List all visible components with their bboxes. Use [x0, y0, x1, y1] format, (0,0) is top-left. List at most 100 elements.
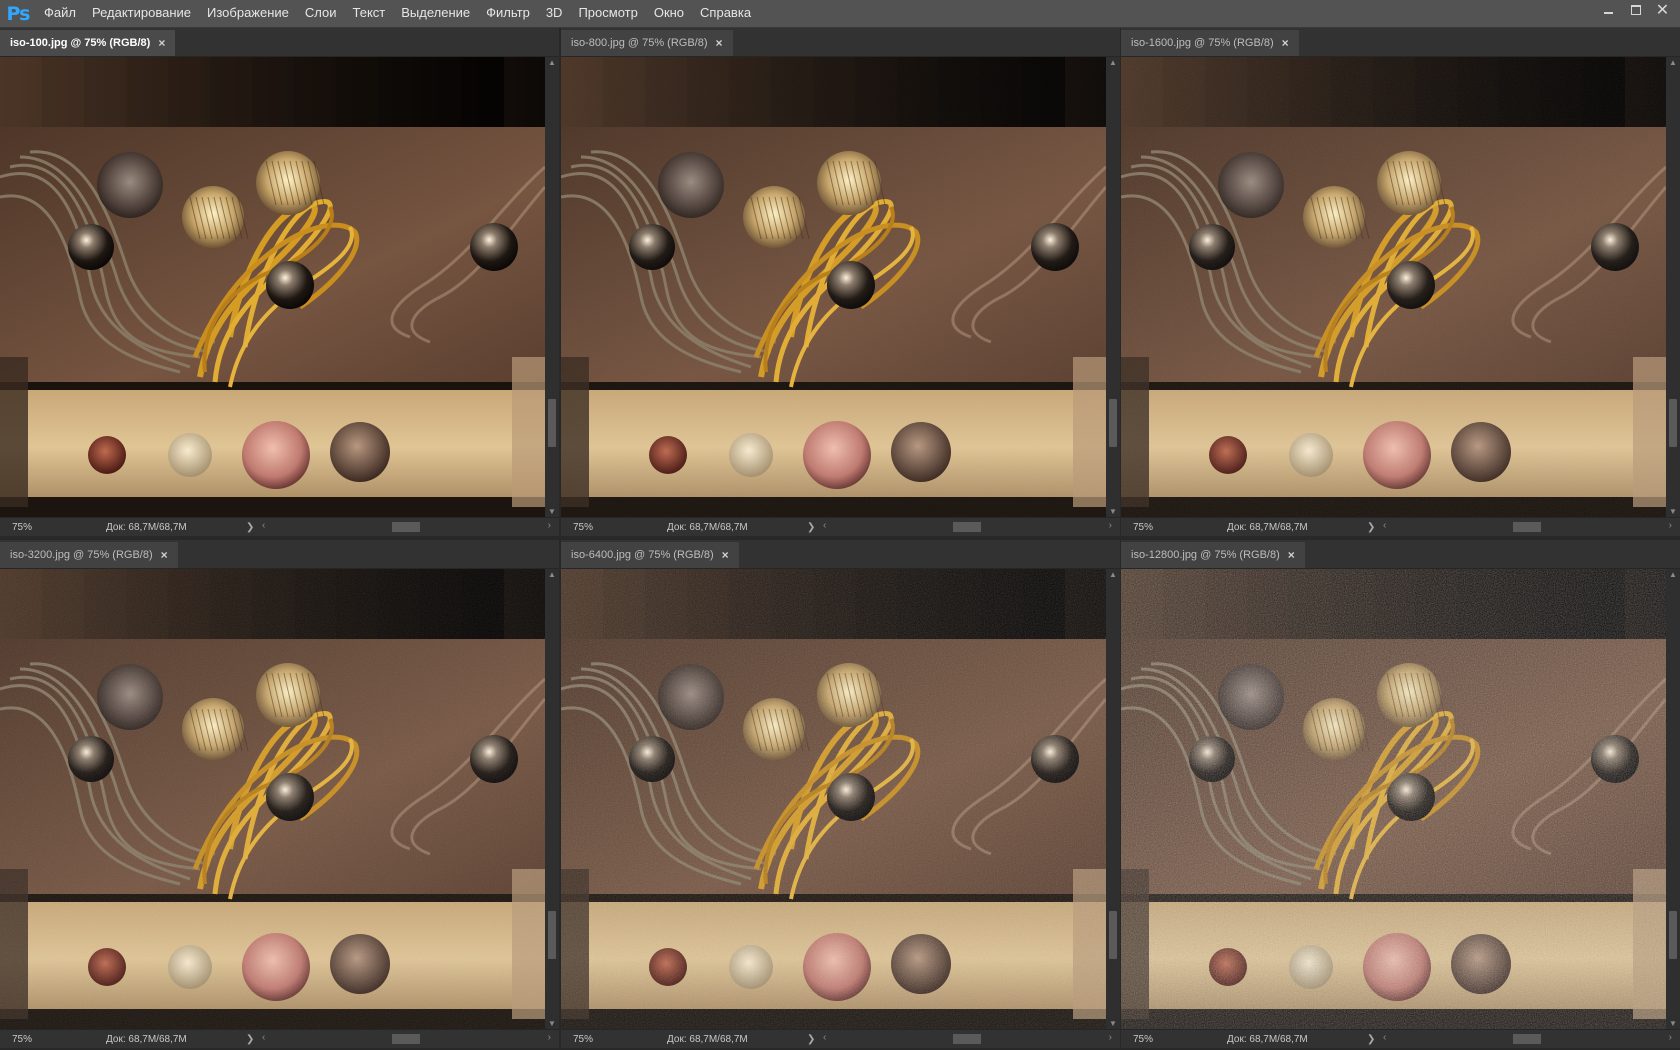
scroll-left-icon[interactable]: ‹ [1383, 1032, 1386, 1043]
document-tab[interactable]: iso-6400.jpg @ 75% (RGB/8) × [561, 542, 739, 568]
status-menu-arrow-icon[interactable]: ❯ [807, 522, 823, 533]
document-size: Док: 68,7M/68,7M [1227, 521, 1308, 533]
scroll-thumb[interactable] [548, 911, 556, 959]
image-canvas[interactable] [561, 569, 1106, 1030]
zoom-level[interactable]: 75% [561, 522, 631, 533]
scroll-thumb[interactable] [392, 1034, 420, 1044]
document-tab[interactable]: iso-100.jpg @ 75% (RGB/8) × [0, 30, 176, 56]
image-canvas[interactable] [1121, 57, 1666, 518]
document-window: iso-1600.jpg @ 75% (RGB/8) × ▲ ▼ 75% Док… [1121, 28, 1680, 536]
scroll-up-icon[interactable]: ▲ [1666, 569, 1680, 581]
horizontal-scrollbar[interactable]: ‹ › [262, 518, 559, 536]
minimize-button[interactable] [1595, 0, 1622, 20]
tab-close-icon[interactable]: × [158, 36, 165, 50]
menu-image[interactable]: Изображение [199, 0, 297, 27]
scroll-thumb[interactable] [953, 1034, 981, 1044]
photo [561, 569, 1106, 1030]
horizontal-scrollbar[interactable]: ‹ › [1383, 518, 1680, 536]
tab-close-icon[interactable]: × [722, 548, 729, 562]
status-menu-arrow-icon[interactable]: ❯ [1367, 1034, 1383, 1045]
scroll-left-icon[interactable]: ‹ [823, 520, 826, 531]
image-canvas[interactable] [1121, 569, 1666, 1030]
vertical-scrollbar[interactable]: ▲ ▼ [545, 57, 559, 518]
zoom-level[interactable]: 75% [561, 1034, 631, 1045]
menu-filter[interactable]: Фильтр [478, 0, 538, 27]
menu-3d[interactable]: 3D [538, 0, 571, 27]
scroll-right-icon[interactable]: › [1109, 1032, 1112, 1043]
document-tab[interactable]: iso-800.jpg @ 75% (RGB/8) × [561, 30, 733, 56]
status-bar: 75% Док: 68,7M/68,7M ❯ ‹ › [1121, 1029, 1680, 1048]
vertical-scrollbar[interactable]: ▲ ▼ [1666, 569, 1680, 1030]
restore-button[interactable] [1622, 0, 1649, 20]
scroll-thumb[interactable] [548, 399, 556, 447]
menu-text[interactable]: Текст [345, 0, 394, 27]
document-tab-bar: iso-12800.jpg @ 75% (RGB/8) × [1121, 540, 1680, 569]
status-menu-arrow-icon[interactable]: ❯ [246, 1034, 262, 1045]
scroll-up-icon[interactable]: ▲ [1106, 569, 1120, 581]
menu-help[interactable]: Справка [692, 0, 759, 27]
scroll-thumb[interactable] [953, 522, 981, 532]
horizontal-scrollbar[interactable]: ‹ › [823, 1030, 1120, 1048]
menu-view[interactable]: Просмотр [570, 0, 645, 27]
menu-file[interactable]: Файл [36, 0, 84, 27]
zoom-level[interactable]: 75% [0, 522, 70, 533]
image-canvas[interactable] [0, 569, 545, 1030]
image-canvas[interactable] [0, 57, 545, 518]
tab-close-icon[interactable]: × [716, 36, 723, 50]
menu-edit[interactable]: Редактирование [84, 0, 199, 27]
vertical-scrollbar[interactable]: ▲ ▼ [1666, 57, 1680, 518]
document-tab[interactable]: iso-12800.jpg @ 75% (RGB/8) × [1121, 542, 1305, 568]
vertical-scrollbar[interactable]: ▲ ▼ [545, 569, 559, 1030]
status-menu-arrow-icon[interactable]: ❯ [807, 1034, 823, 1045]
scroll-thumb[interactable] [1669, 911, 1677, 959]
scroll-right-icon[interactable]: › [1669, 1032, 1672, 1043]
vertical-scrollbar[interactable]: ▲ ▼ [1106, 57, 1120, 518]
status-bar: 75% Док: 68,7M/68,7M ❯ ‹ › [1121, 517, 1680, 536]
document-tab[interactable]: iso-3200.jpg @ 75% (RGB/8) × [0, 542, 178, 568]
status-menu-arrow-icon[interactable]: ❯ [246, 522, 262, 533]
tab-close-icon[interactable]: × [1288, 548, 1295, 562]
scroll-thumb[interactable] [1109, 911, 1117, 959]
horizontal-scrollbar[interactable]: ‹ › [262, 1030, 559, 1048]
document-tab-title: iso-12800.jpg @ 75% (RGB/8) [1131, 549, 1280, 561]
status-menu-arrow-icon[interactable]: ❯ [1367, 522, 1383, 533]
menu-layers[interactable]: Слои [297, 0, 345, 27]
document-tab-title: iso-3200.jpg @ 75% (RGB/8) [10, 549, 153, 561]
scroll-right-icon[interactable]: › [1109, 520, 1112, 531]
scroll-up-icon[interactable]: ▲ [1666, 57, 1680, 69]
scroll-thumb[interactable] [1669, 399, 1677, 447]
scroll-thumb[interactable] [1109, 399, 1117, 447]
vertical-scrollbar[interactable]: ▲ ▼ [1106, 569, 1120, 1030]
zoom-level[interactable]: 75% [0, 1034, 70, 1045]
scroll-right-icon[interactable]: › [1669, 520, 1672, 531]
horizontal-scrollbar[interactable]: ‹ › [1383, 1030, 1680, 1048]
menu-window[interactable]: Окно [646, 0, 692, 27]
scroll-right-icon[interactable]: › [548, 520, 551, 531]
scroll-left-icon[interactable]: ‹ [823, 1032, 826, 1043]
scroll-left-icon[interactable]: ‹ [1383, 520, 1386, 531]
scroll-left-icon[interactable]: ‹ [262, 1032, 265, 1043]
scroll-thumb[interactable] [1513, 1034, 1541, 1044]
close-window-button[interactable]: ✕ [1649, 0, 1676, 20]
document-tab-title: iso-1600.jpg @ 75% (RGB/8) [1131, 37, 1274, 49]
tab-close-icon[interactable]: × [1282, 36, 1289, 50]
scroll-up-icon[interactable]: ▲ [545, 569, 559, 581]
zoom-level[interactable]: 75% [1121, 1034, 1191, 1045]
horizontal-scrollbar[interactable]: ‹ › [823, 518, 1120, 536]
status-bar: 75% Док: 68,7M/68,7M ❯ ‹ › [561, 517, 1120, 536]
image-canvas[interactable] [561, 57, 1106, 518]
document-tab[interactable]: iso-1600.jpg @ 75% (RGB/8) × [1121, 30, 1299, 56]
scroll-up-icon[interactable]: ▲ [545, 57, 559, 69]
scroll-thumb[interactable] [392, 522, 420, 532]
document-window: iso-100.jpg @ 75% (RGB/8) × ▲ ▼ 75% Док:… [0, 28, 559, 536]
photoshop-logo[interactable]: Ps [0, 0, 36, 27]
scroll-left-icon[interactable]: ‹ [262, 520, 265, 531]
document-window: iso-12800.jpg @ 75% (RGB/8) × ▲ ▼ 75% До… [1121, 540, 1680, 1048]
scroll-up-icon[interactable]: ▲ [1106, 57, 1120, 69]
menu-select[interactable]: Выделение [393, 0, 478, 27]
zoom-level[interactable]: 75% [1121, 522, 1191, 533]
document-window: iso-3200.jpg @ 75% (RGB/8) × ▲ ▼ 75% Док… [0, 540, 559, 1048]
scroll-thumb[interactable] [1513, 522, 1541, 532]
tab-close-icon[interactable]: × [161, 548, 168, 562]
scroll-right-icon[interactable]: › [548, 1032, 551, 1043]
